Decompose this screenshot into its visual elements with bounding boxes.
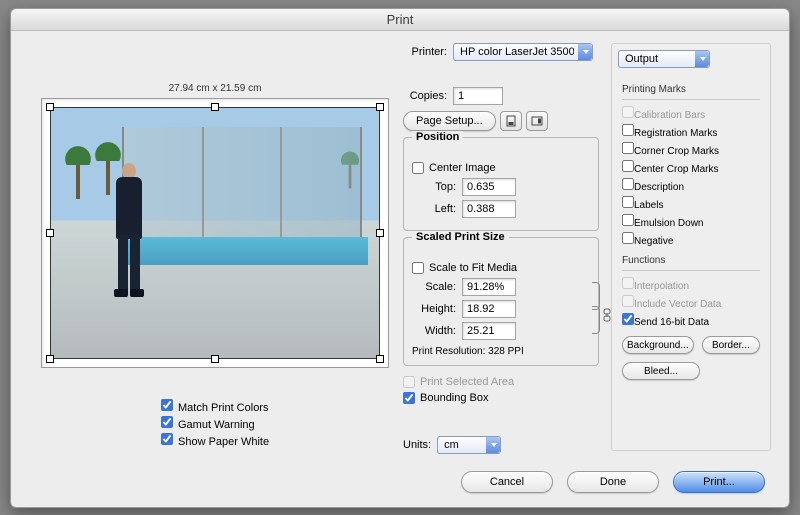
include-vector-data-check: Include Vector Data: [622, 295, 760, 310]
printing-marks-heading: Printing Marks: [622, 84, 760, 95]
settings-column: Printer: HP color LaserJet 3500 @... Cop…: [403, 43, 599, 454]
label: Bounding Box: [420, 392, 489, 404]
scale-input[interactable]: [462, 278, 516, 296]
printer-label: Printer:: [403, 46, 447, 58]
label: Scale to Fit Media: [429, 262, 517, 274]
print-selected-area-check: Print Selected Area: [403, 376, 514, 388]
resize-handle[interactable]: [211, 355, 219, 363]
resize-handle[interactable]: [376, 103, 384, 111]
labels-check[interactable]: Labels: [622, 196, 760, 211]
units-select[interactable]: cm: [437, 436, 501, 454]
preview-area: 27.94 cm x 21.59 cm: [41, 83, 389, 368]
scaled-print-size-group: Scaled Print Size Scale to Fit Media Sca…: [403, 237, 599, 366]
functions-checks: Interpolation Include Vector Data Send 1…: [622, 277, 760, 328]
interpolation-check: Interpolation: [622, 277, 760, 292]
window-title: Print: [11, 9, 789, 31]
bleed-button[interactable]: Bleed...: [622, 362, 700, 380]
calibration-bars-check: Calibration Bars: [622, 106, 760, 121]
label: Gamut Warning: [178, 419, 255, 431]
resize-handle[interactable]: [46, 229, 54, 237]
left-input[interactable]: [462, 200, 516, 218]
width-input[interactable]: [462, 322, 516, 340]
output-panel: Output Printing Marks Calibration Bars R…: [611, 43, 771, 451]
orientation-landscape-icon[interactable]: [526, 111, 548, 131]
top-label: Top:: [412, 181, 456, 193]
corner-crop-marks-check[interactable]: Corner Crop Marks: [622, 142, 760, 157]
scale-to-fit-check[interactable]: Scale to Fit Media: [412, 262, 517, 274]
registration-marks-check[interactable]: Registration Marks: [622, 124, 760, 139]
print-button[interactable]: Print...: [673, 471, 765, 493]
width-label: Width:: [412, 325, 456, 337]
description-check[interactable]: Description: [622, 178, 760, 193]
emulsion-down-check[interactable]: Emulsion Down: [622, 214, 760, 229]
match-print-colors-check[interactable]: Match Print Colors: [161, 399, 269, 414]
preview-dimensions: 27.94 cm x 21.59 cm: [41, 83, 389, 94]
gamut-warning-check[interactable]: Gamut Warning: [161, 416, 269, 431]
dialog-footer: Cancel Done Print...: [461, 471, 765, 493]
print-resolution-label: Print Resolution: 328 PPI: [412, 346, 590, 357]
send-16bit-check[interactable]: Send 16-bit Data: [622, 313, 760, 328]
functions-heading: Functions: [622, 255, 760, 266]
copies-input[interactable]: [453, 87, 503, 105]
preview-options: Match Print Colors Gamut Warning Show Pa…: [161, 399, 269, 450]
page-setup-button[interactable]: Page Setup...: [403, 111, 496, 131]
divider: [622, 99, 760, 100]
label: Center Image: [429, 162, 496, 174]
print-dialog: Print 27.94 cm x 21.59 cm: [10, 8, 790, 508]
height-label: Height:: [412, 303, 456, 315]
border-button[interactable]: Border...: [702, 336, 760, 354]
scale-label: Scale:: [412, 281, 456, 293]
position-legend: Position: [412, 131, 463, 143]
height-input[interactable]: [462, 300, 516, 318]
resize-handle[interactable]: [46, 103, 54, 111]
background-button[interactable]: Background...: [622, 336, 694, 354]
center-image-check[interactable]: Center Image: [412, 162, 496, 174]
resize-handle[interactable]: [376, 229, 384, 237]
cancel-button[interactable]: Cancel: [461, 471, 553, 493]
resize-handle[interactable]: [211, 103, 219, 111]
preview-paper[interactable]: [50, 107, 380, 359]
center-crop-marks-check[interactable]: Center Crop Marks: [622, 160, 760, 175]
orientation-portrait-icon[interactable]: [500, 111, 522, 131]
resize-handle[interactable]: [46, 355, 54, 363]
bounding-box-check[interactable]: Bounding Box: [403, 392, 489, 404]
printer-select[interactable]: HP color LaserJet 3500 @...: [453, 43, 593, 61]
output-section-select[interactable]: Output: [618, 50, 710, 68]
link-bracket-icon: [592, 306, 600, 334]
negative-check[interactable]: Negative: [622, 232, 760, 247]
printing-marks-checks: Calibration Bars Registration Marks Corn…: [622, 106, 760, 247]
done-button[interactable]: Done: [567, 471, 659, 493]
divider: [622, 270, 760, 271]
label: Match Print Colors: [178, 402, 268, 414]
preview-box: [41, 98, 389, 368]
label: Print Selected Area: [420, 376, 514, 388]
lower-options: Print Selected Area Bounding Box: [403, 376, 599, 408]
dialog-body: 27.94 cm x 21.59 cm: [11, 31, 789, 507]
top-input[interactable]: [462, 178, 516, 196]
left-label: Left:: [412, 203, 456, 215]
position-group: Position Center Image Top: Left:: [403, 137, 599, 231]
label: Show Paper White: [178, 436, 269, 448]
preview-image: [50, 107, 380, 359]
resize-handle[interactable]: [376, 355, 384, 363]
scaled-legend: Scaled Print Size: [412, 231, 509, 243]
copies-label: Copies:: [403, 90, 447, 102]
show-paper-white-check[interactable]: Show Paper White: [161, 433, 269, 448]
units-label: Units:: [403, 439, 431, 451]
